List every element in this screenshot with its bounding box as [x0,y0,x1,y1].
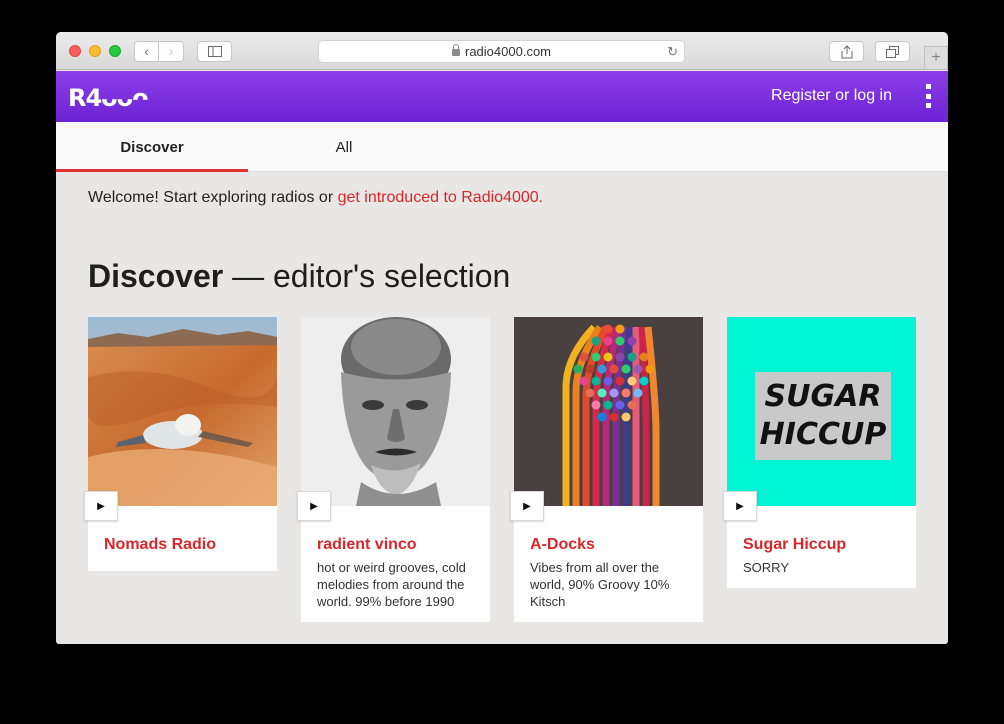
new-tab-button[interactable]: + [924,46,948,70]
channel-card-sugar-hiccup[interactable]: SUGAR HICCUP ▶ Sugar Hiccup SORRY [723,317,916,588]
share-icon [841,44,852,58]
url-text: radio4000.com [465,44,551,59]
plus-icon: + [931,49,941,66]
main-tabs: Discover All [56,122,948,172]
section-title-bold: Discover [88,258,224,294]
tab-all[interactable]: All [248,122,440,172]
play-button[interactable]: ▶ [84,491,118,521]
tabs-icon [886,45,899,58]
channel-description: SORRY [743,560,789,575]
browser-toolbar: ‹ › radio4000.com ↻ + [56,32,948,70]
lock-icon [452,44,460,56]
zoom-window-button[interactable] [109,45,121,57]
intro-link[interactable]: get introduced to Radio4000. [338,189,543,206]
play-button[interactable]: ▶ [723,491,757,521]
close-window-button[interactable] [69,45,81,57]
play-icon: ▶ [736,500,744,512]
radio4000-logo[interactable]: R4ᴗᴗᴖ [68,84,149,112]
section-title-rest: — editor's selection [223,258,511,294]
address-bar[interactable]: radio4000.com ↻ [318,40,685,63]
sidebar-icon [207,46,222,57]
channel-description: hot or weird grooves, cold melodies from… [317,560,466,609]
channel-title[interactable]: Nomads Radio [104,536,261,554]
channel-artwork[interactable]: SUGAR HICCUP [727,317,916,506]
back-button[interactable]: ‹ [134,41,159,62]
register-login-link[interactable]: Register or log in [771,87,892,105]
chevron-right-icon: › [168,44,174,59]
play-button[interactable]: ▶ [510,491,544,521]
play-icon: ▶ [310,500,318,512]
channel-description: Vibes from all over the world, 90% Groov… [530,560,670,609]
play-button[interactable]: ▶ [297,491,331,521]
welcome-text: Welcome! Start exploring radios or [88,189,338,206]
more-menu-icon[interactable] [926,84,932,108]
channel-title[interactable]: Sugar Hiccup [743,536,900,554]
channel-artwork[interactable] [88,317,277,506]
share-button[interactable] [829,41,864,62]
welcome-message: Welcome! Start exploring radios or get i… [88,189,543,207]
channel-title[interactable]: radient vinco [317,536,474,554]
browser-window: ‹ › radio4000.com ↻ + R4ᴗᴗᴖ Register or … [56,32,948,644]
channel-card-radient-vinco[interactable]: ▶ radient vinco hot or weird grooves, co… [297,317,490,622]
chevron-left-icon: ‹ [144,44,149,59]
channel-card-nomads-radio[interactable]: ▶ Nomads Radio [84,317,277,571]
sidebar-toggle-button[interactable] [197,41,232,62]
channel-artwork[interactable] [514,317,703,506]
minimize-window-button[interactable] [89,45,101,57]
app-header: R4ᴗᴗᴖ Register or log in [56,71,948,122]
channel-card-a-docks[interactable]: ▶ A-Docks Vibes from all over the world,… [510,317,703,622]
forward-button[interactable]: › [159,41,184,62]
play-icon: ▶ [523,500,531,512]
channel-artwork[interactable] [301,317,490,506]
section-title: Discover — editor's selection [88,258,510,295]
reload-icon[interactable]: ↻ [667,44,678,60]
show-tabs-button[interactable] [875,41,910,62]
play-icon: ▶ [97,500,105,512]
channel-title[interactable]: A-Docks [530,536,687,554]
sugar-hiccup-artwork-text: SUGAR HICCUP [755,372,891,460]
tab-discover[interactable]: Discover [56,122,248,172]
